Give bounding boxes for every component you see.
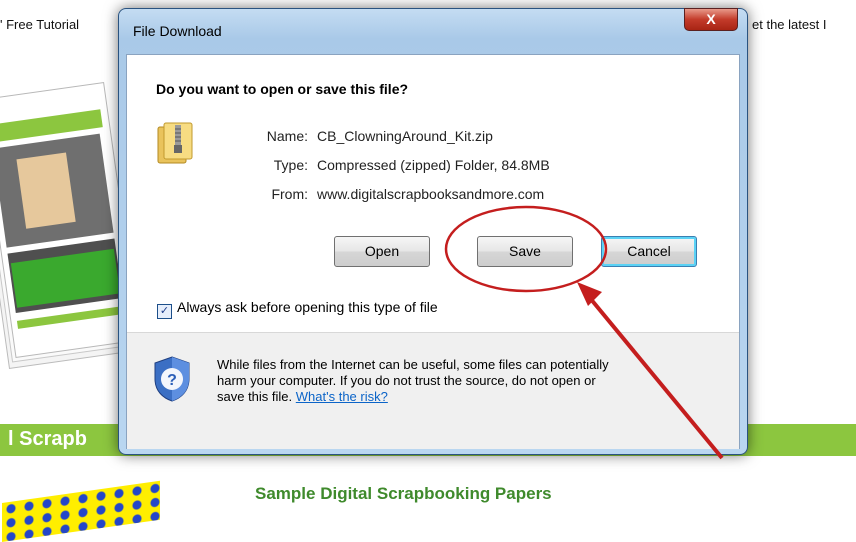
svg-text:?: ?	[167, 372, 177, 389]
dialog-title: File Download	[133, 23, 222, 39]
file-type: Compressed (zipped) Folder, 84.8MB	[317, 157, 550, 173]
type-label: Type:	[273, 157, 308, 173]
name-label: Name:	[266, 128, 308, 144]
background-text-right: et the latest I	[752, 17, 827, 32]
whats-the-risk-link[interactable]: What's the risk?	[296, 389, 388, 404]
section-heading: Sample Digital Scrapbooking Papers	[255, 484, 552, 503]
save-button[interactable]: Save	[477, 236, 573, 267]
warning-line-3: save this file.	[217, 389, 293, 404]
warning-text: While files from the Internet can be use…	[217, 357, 717, 405]
always-ask-checkbox[interactable]: ✓	[157, 304, 172, 319]
file-name: CB_ClowningAround_Kit.zip	[317, 128, 493, 144]
cancel-button[interactable]: Cancel	[601, 236, 697, 267]
zip-folder-icon	[157, 122, 193, 164]
preview-thumbnail	[0, 81, 120, 369]
dialog-question: Do you want to open or save this file?	[156, 81, 409, 97]
file-download-dialog: File Download X Do you want to open or s…	[118, 8, 748, 455]
close-button[interactable]: X	[684, 8, 738, 31]
dialog-body: Do you want to open or save this file? N…	[126, 54, 740, 449]
warning-line-1: While files from the Internet can be use…	[217, 357, 609, 372]
security-warning: ? While files from the Internet can be u…	[127, 332, 739, 449]
always-ask-label: Always ask before opening this type of f…	[177, 299, 438, 315]
from-label: From:	[271, 186, 308, 202]
banner-text: l Scrapb	[8, 428, 87, 450]
background-text-left: ' Free Tutorial	[0, 17, 80, 32]
file-source: www.digitalscrapbooksandmore.com	[317, 186, 545, 202]
always-ask-row[interactable]: ✓ Always ask before opening this type of …	[157, 299, 438, 319]
dotted-paper-sample	[2, 480, 160, 542]
open-button[interactable]: Open	[334, 236, 430, 267]
warning-line-2: harm your computer. If you do not trust …	[217, 373, 596, 388]
security-shield-icon: ?	[154, 356, 190, 402]
